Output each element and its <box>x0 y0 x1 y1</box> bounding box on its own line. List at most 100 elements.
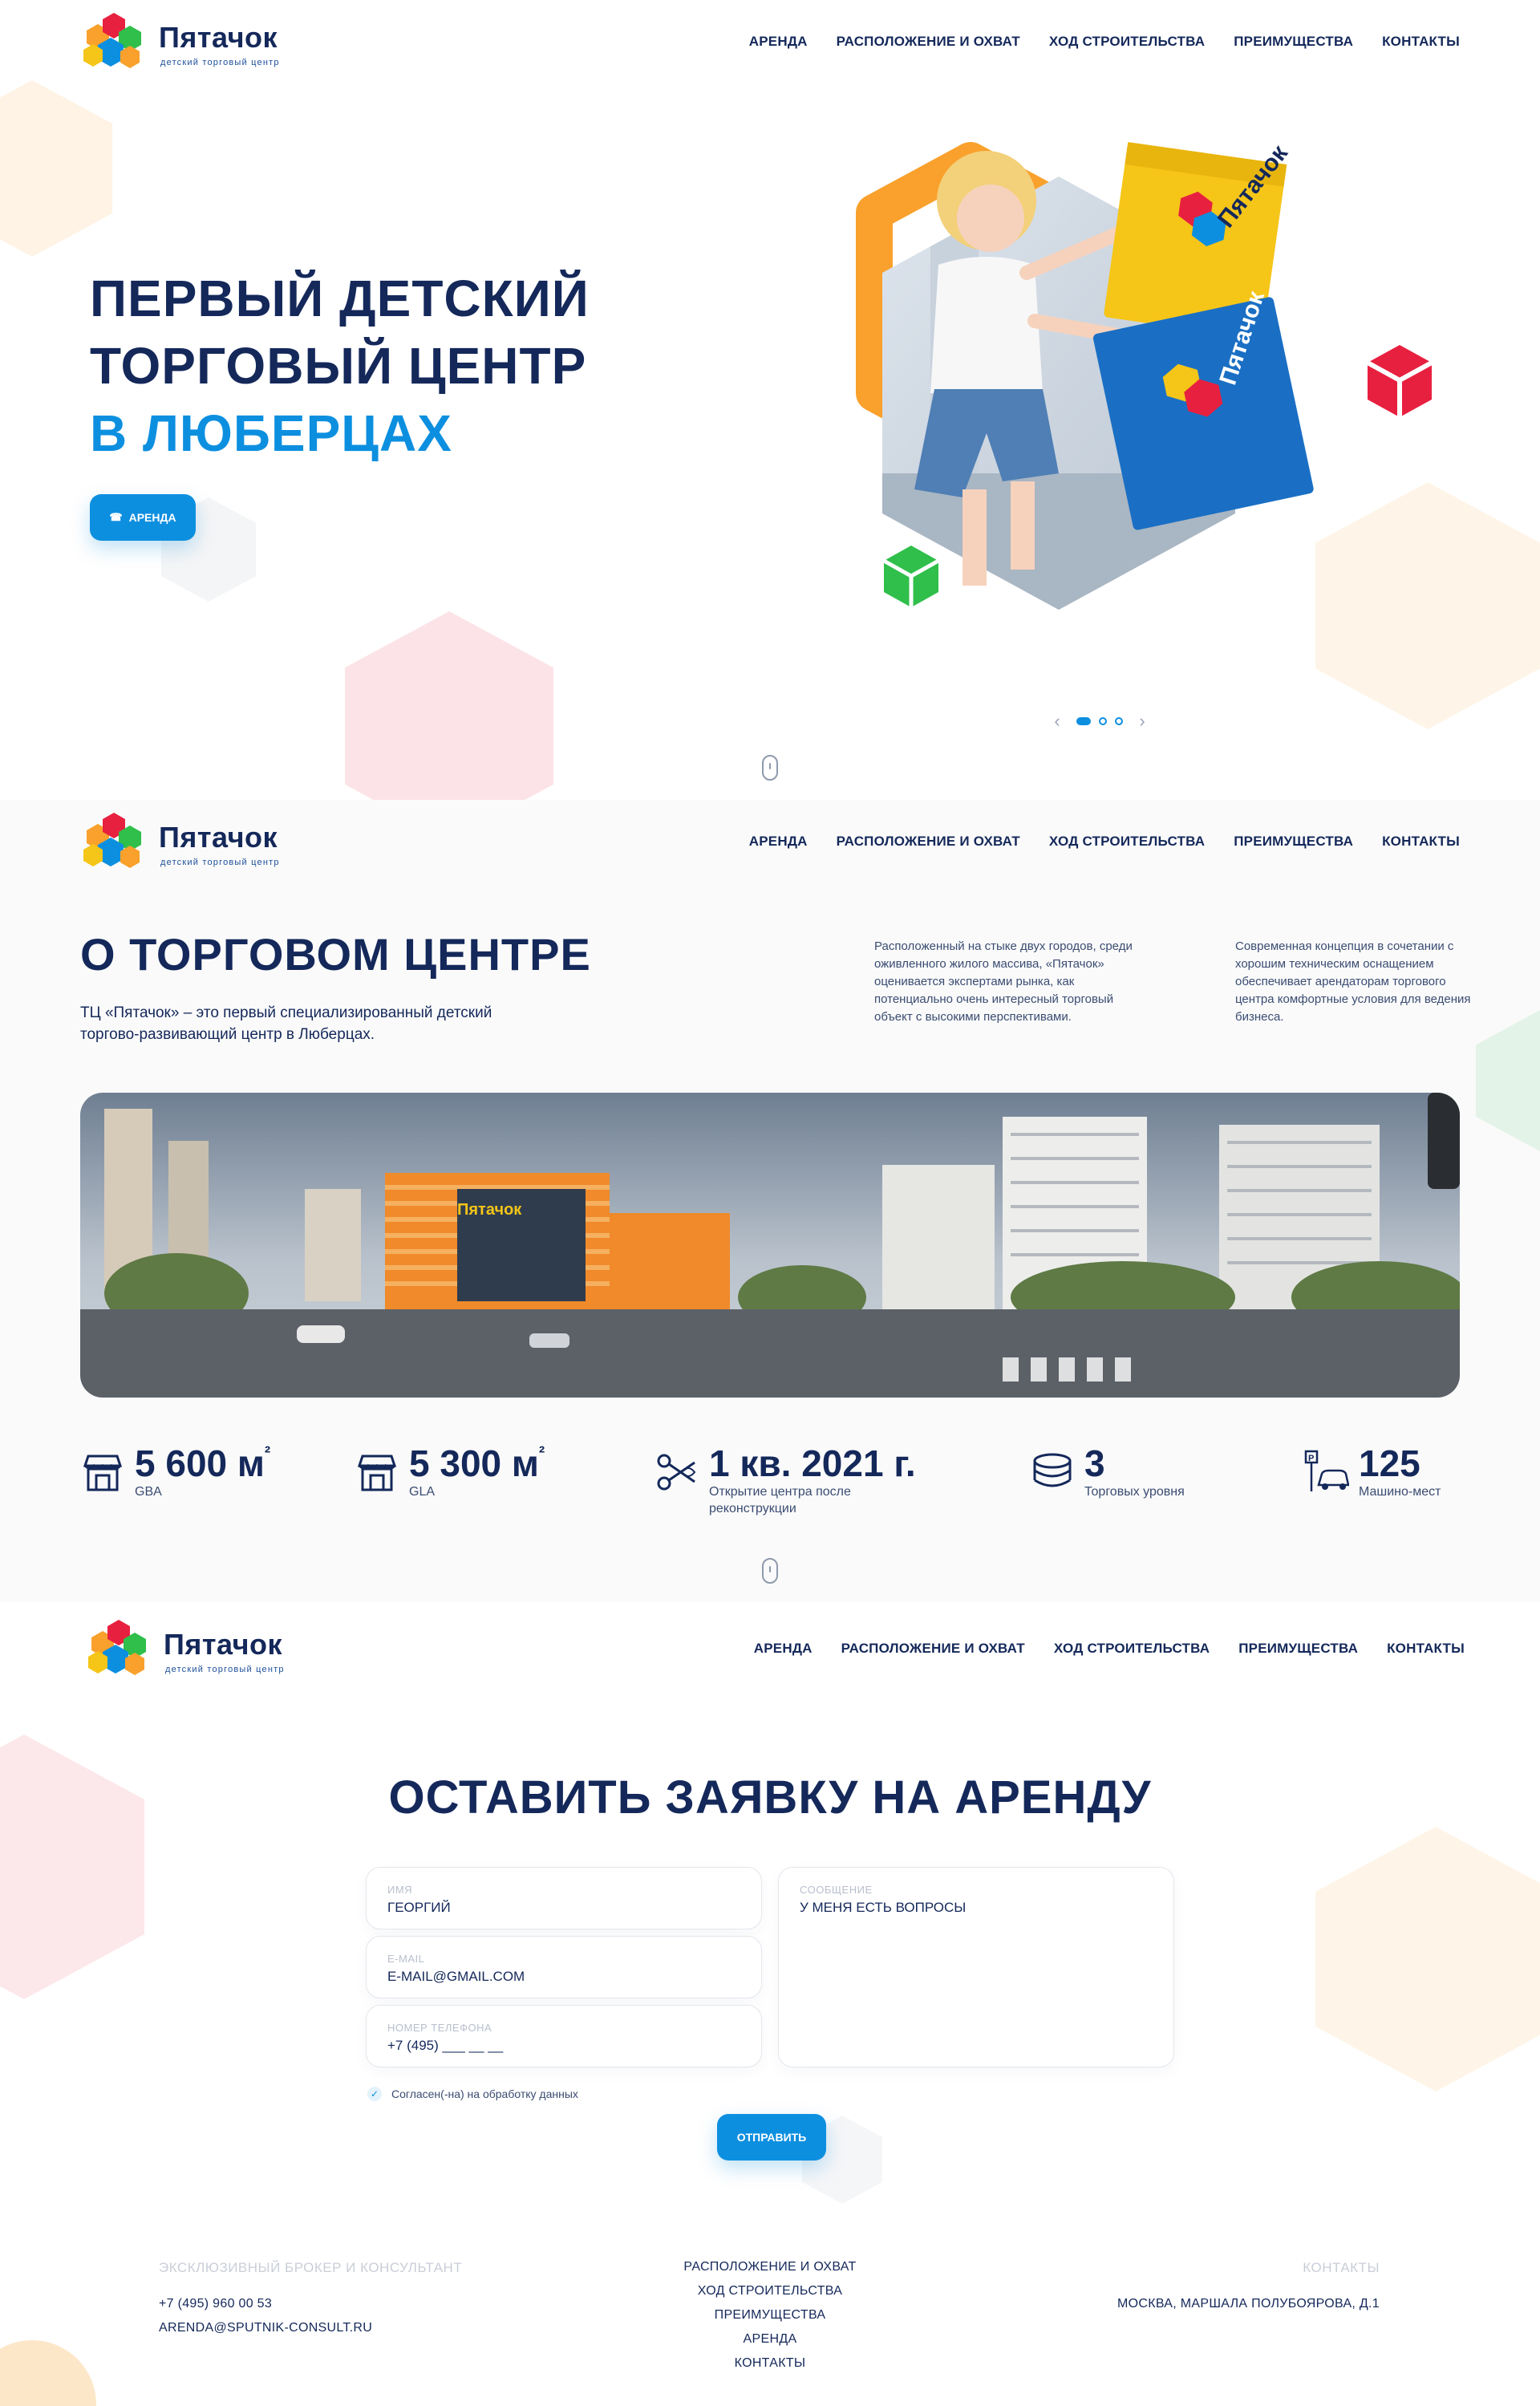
parking-car-icon: P <box>1304 1450 1349 1491</box>
nav-item-contacts[interactable]: Контакты <box>1387 1641 1465 1657</box>
logo-cube-icon <box>83 13 141 68</box>
stat-gba-label: GBA <box>135 1485 162 1499</box>
phone-field-value[interactable]: +7 (495) ___ __ __ <box>387 2038 503 2054</box>
footer-broker: ЭКСКЛЮЗИВНЫЙ БРОКЕР И КОНСУЛЬТАНТ +7 (49… <box>159 2260 462 2345</box>
green-cube <box>882 546 940 607</box>
nav-item-arenda[interactable]: Аренда <box>749 834 808 850</box>
phone-field[interactable]: Номер телефона +7 (495) ___ __ __ <box>366 2005 762 2067</box>
nav-item-arenda[interactable]: Аренда <box>754 1641 813 1657</box>
nav-item-location[interactable]: Расположение и охват <box>837 34 1020 50</box>
deco-cube-green <box>1476 1008 1540 1153</box>
logo[interactable]: Пятачок детский торговый центр <box>83 1618 292 1682</box>
logo-tagline: детский торговый центр <box>160 858 280 867</box>
logo-tagline: детский торговый центр <box>165 1665 285 1674</box>
hero-arenda-button-label: АРЕНДА <box>128 511 176 524</box>
footer-nav: Расположение и охват Ход строительства П… <box>610 2260 930 2380</box>
panorama-image: Пятачок <box>80 1093 1460 1398</box>
stat-parking-value: 125 <box>1359 1442 1420 1484</box>
submit-button[interactable]: ОТПРАВИТЬ <box>717 2114 826 2161</box>
site-header: Пятачок детский торговый центр Аренда Ра… <box>0 0 1540 88</box>
slider-prev-icon[interactable]: ‹ <box>1046 711 1068 732</box>
stat-gla-label: GLA <box>409 1485 436 1499</box>
nav-item-contacts[interactable]: Контакты <box>1382 34 1460 50</box>
nav-item-arenda[interactable]: Аренда <box>749 34 808 50</box>
footer-link-contacts[interactable]: Контакты <box>610 2356 930 2371</box>
email-field[interactable]: E-mail e-mail@gmail.com <box>366 1936 762 1998</box>
footer-contacts-heading: КОНТАКТЫ <box>1303 2260 1380 2275</box>
hero-title: ПЕРВЫЙ ДЕТСКИЙ ТОРГОВЫЙ ЦЕНТР В ЛЮБЕРЦАХ <box>90 265 590 467</box>
footer-contacts: КОНТАКТЫ МОСКВА, МАРШАЛА ПОЛУБОЯРОВА, Д.… <box>1059 2260 1380 2321</box>
nav-item-location[interactable]: Расположение и охват <box>837 834 1020 850</box>
stat-parking-label: Машино-мест <box>1359 1485 1441 1499</box>
scroll-mouse-icon[interactable] <box>762 755 778 781</box>
scroll-mouse-icon[interactable] <box>762 1558 778 1584</box>
logo-name: Пятачок <box>159 21 278 54</box>
about-lead: ТЦ «Пятачок» – это первый специализирова… <box>80 1004 492 1043</box>
phone-icon: ☎ <box>109 511 123 523</box>
stat-gba-value: 5 600 м² <box>135 1442 271 1484</box>
levels-icon <box>1033 1453 1072 1487</box>
main-nav: Аренда Расположение и охват Ход строител… <box>749 834 1460 850</box>
footer-link-advantages[interactable]: Преимущества <box>610 2308 930 2323</box>
about-col-2: Современная концепция в сочетании с хоро… <box>1235 939 1471 1024</box>
slider-dot-2[interactable] <box>1099 717 1107 725</box>
nav-item-advantages[interactable]: Преимущества <box>1234 834 1353 850</box>
footer-link-location[interactable]: Расположение и охват <box>610 2260 930 2274</box>
nav-item-advantages[interactable]: Преимущества <box>1238 1641 1358 1657</box>
footer-link-arenda[interactable]: Аренда <box>610 2332 930 2347</box>
message-field-value[interactable]: У меня есть вопросы <box>800 1900 966 1916</box>
name-field[interactable]: Имя Георгий <box>366 1867 762 1929</box>
footer-address: МОСКВА, МАРШАЛА ПОЛУБОЯРОВА, Д.1 <box>1117 2297 1380 2311</box>
site-header-2: Пятачок детский торговый центр Аренда Ра… <box>0 800 1540 888</box>
footer-email-link[interactable]: ARENDA@SPUTNIK-CONSULT.RU <box>159 2321 462 2335</box>
logo-name: Пятачок <box>159 821 278 854</box>
lease-form-section: Пятачок детский торговый центр Аренда Ра… <box>0 1602 1540 2406</box>
slider-dot-1[interactable] <box>1076 717 1091 725</box>
stat-opening-label: Открытие центра после реконструкции <box>709 1485 851 1515</box>
deco-circle-orange <box>0 2340 96 2406</box>
consent-label: Согласен(-на) на обработку данных <box>391 2087 578 2100</box>
store-icon <box>357 1455 397 1491</box>
slider-next-icon[interactable]: › <box>1131 711 1153 732</box>
stat-levels-value: 3 <box>1084 1442 1105 1484</box>
scissors-ribbon-icon <box>657 1454 696 1491</box>
hero-image: Пятачок Пятачок <box>856 140 1433 610</box>
about-section: Пятачок детский торговый центр Аренда Ра… <box>0 800 1540 1602</box>
name-field-value[interactable]: Георгий <box>387 1900 451 1916</box>
slider-dot-3[interactable] <box>1115 717 1123 725</box>
form-title: ОСТАВИТЬ ЗАЯВКУ НА АРЕНДУ <box>388 1771 1152 1824</box>
nav-item-contacts[interactable]: Контакты <box>1382 834 1460 850</box>
logo[interactable]: Пятачок детский торговый центр <box>79 811 287 875</box>
email-field-value[interactable]: e-mail@gmail.com <box>387 1969 525 1985</box>
site-header-3: Пятачок детский торговый центр Аренда Ра… <box>5 1607 1540 1695</box>
about-title: О ТОРГОВОМ ЦЕНТРЕ <box>80 929 591 980</box>
stat-levels-label: Торговых уровня <box>1084 1485 1185 1499</box>
footer-broker-heading: ЭКСКЛЮЗИВНЫЙ БРОКЕР И КОНСУЛЬТАНТ <box>159 2260 463 2275</box>
stat-gla-value: 5 300 м² <box>409 1442 545 1484</box>
store-icon <box>83 1455 123 1491</box>
hero-slider-controls: ‹ › <box>1046 711 1153 732</box>
logo-cube-icon <box>83 813 141 868</box>
logo-name: Пятачок <box>164 1628 283 1661</box>
logo[interactable]: Пятачок детский торговый центр <box>79 11 287 75</box>
hero-section: Пятачок детский торговый центр Аренда Ра… <box>0 0 1540 800</box>
hero-title-line1: ПЕРВЫЙ ДЕТСКИЙ <box>90 270 590 327</box>
consent-checkbox[interactable]: ✓ Согласен(-на) на обработку данных <box>367 2087 578 2101</box>
footer-link-construction[interactable]: Ход строительства <box>610 2284 930 2298</box>
hero-arenda-button[interactable]: ☎ АРЕНДА <box>90 494 196 541</box>
nav-item-advantages[interactable]: Преимущества <box>1234 34 1353 50</box>
message-field[interactable]: Сообщение У меня есть вопросы <box>778 1867 1174 2067</box>
nav-item-construction[interactable]: Ход строительства <box>1049 34 1205 50</box>
submit-button-label: ОТПРАВИТЬ <box>736 2131 807 2144</box>
message-field-label: Сообщение <box>800 1884 873 1896</box>
phone-field-label: Номер телефона <box>387 2022 492 2034</box>
footer-phone-link[interactable]: +7 (495) 960 00 53 <box>159 2297 462 2311</box>
svg-text:Пятачок: Пятачок <box>457 1201 522 1219</box>
nav-item-construction[interactable]: Ход строительства <box>1049 834 1205 850</box>
nav-item-location[interactable]: Расположение и охват <box>841 1641 1025 1657</box>
nav-item-construction[interactable]: Ход строительства <box>1054 1641 1210 1657</box>
hero-title-line2: ТОРГОВЫЙ ЦЕНТР <box>90 337 587 395</box>
email-field-label: E-mail <box>387 1953 425 1965</box>
check-icon[interactable]: ✓ <box>367 2087 382 2101</box>
deco-cube-orange <box>1315 1827 1540 2092</box>
